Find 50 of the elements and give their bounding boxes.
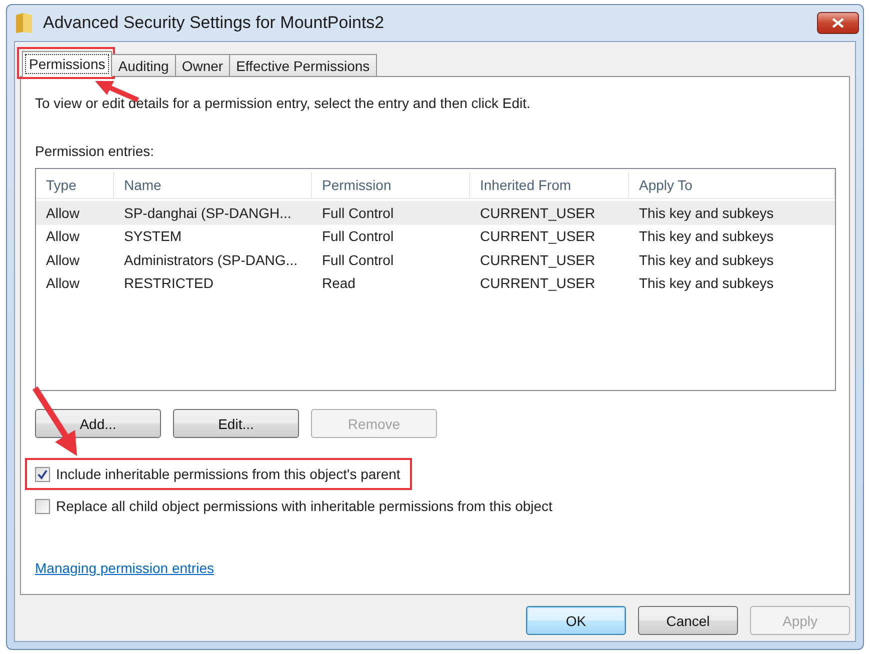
table-cell-text: RESTRICTED bbox=[123, 275, 214, 292]
table-cell-text: Full Control bbox=[321, 228, 395, 244]
table-cell-text: This key and subkeys bbox=[638, 228, 775, 244]
table-cell-text: CURRENT_USER bbox=[479, 204, 596, 221]
checkbox[interactable] bbox=[35, 498, 50, 514]
table-cell-text: Allow bbox=[45, 275, 80, 292]
entry-button[interactable]: Add... bbox=[35, 409, 161, 438]
table-cell-text: This key and subkeys bbox=[638, 204, 775, 221]
table-cell-text: Administrators (SP-DANG... bbox=[123, 252, 298, 268]
close-button[interactable] bbox=[817, 12, 859, 34]
table-row[interactable]: Allow RESTRICTED Read CURRENT_USER This key and subkeys bbox=[36, 272, 835, 295]
dialog-button[interactable]: OK bbox=[526, 606, 626, 635]
table-cell-text: Allow bbox=[45, 228, 80, 244]
table-cell-text: Full Control bbox=[321, 204, 395, 221]
table-cell-text: Read bbox=[321, 275, 356, 292]
column-header[interactable]: Inherited From bbox=[470, 172, 629, 198]
dialog-button[interactable]: Cancel bbox=[638, 606, 738, 635]
column-header[interactable]: Type bbox=[36, 172, 114, 198]
arrow bbox=[32, 386, 77, 456]
table-cell-text: This key and subkeys bbox=[638, 275, 775, 292]
table-cell-text: SP-danghai (SP-DANGH... bbox=[123, 204, 292, 221]
column-header[interactable]: Permission bbox=[312, 172, 470, 198]
table-row[interactable]: Allow SYSTEM Full Control CURRENT_USER This key and subkeys bbox=[36, 224, 835, 248]
help-link[interactable]: Managing permission entries bbox=[35, 560, 214, 576]
table-cell-text: Allow bbox=[45, 204, 80, 221]
tab[interactable]: Effective Permissions bbox=[229, 54, 377, 76]
table-cell-text: SYSTEM bbox=[123, 228, 183, 244]
tab[interactable]: Owner bbox=[174, 54, 230, 76]
table-cell-text: CURRENT_USER bbox=[479, 228, 596, 244]
table-cell-text: Allow bbox=[45, 252, 80, 268]
checkbox-label[interactable]: Replace all child object permissions with inheritable permissions from this object bbox=[56, 498, 552, 514]
permission-list[interactable] bbox=[35, 168, 836, 391]
tab[interactable]: Permissions bbox=[22, 51, 112, 77]
entry-button[interactable]: Edit... bbox=[173, 409, 299, 438]
table-cell-text: CURRENT_USER bbox=[479, 252, 596, 268]
folder-icon bbox=[15, 12, 33, 34]
list-label: Permission entries: bbox=[35, 143, 156, 159]
close-icon bbox=[832, 18, 844, 28]
checkbox[interactable] bbox=[35, 466, 50, 482]
table-row[interactable]: Allow Administrators (SP-DANG... Full Control CURRENT_USER This key and subkeys bbox=[36, 248, 835, 272]
column-header[interactable]: Name bbox=[114, 172, 312, 198]
table-cell-text: CURRENT_USER bbox=[479, 275, 596, 292]
table-row[interactable]: Allow SP-danghai (SP-DANGH... Full Control CURRENT_USER This key and subkeys bbox=[36, 201, 835, 224]
checkbox-label[interactable]: Include inheritable permissions from this object's parent bbox=[56, 466, 400, 482]
window-title: Advanced Security Settings for MountPoints2 bbox=[43, 13, 384, 33]
instruction-text: To view or edit details for a permission entry, select the entry and then click Edit. bbox=[35, 95, 532, 111]
table-cell-text: Full Control bbox=[321, 252, 395, 268]
table-cell-text: This key and subkeys bbox=[638, 252, 775, 268]
column-header[interactable]: Apply To bbox=[629, 172, 835, 198]
tab[interactable]: Auditing bbox=[111, 54, 176, 76]
